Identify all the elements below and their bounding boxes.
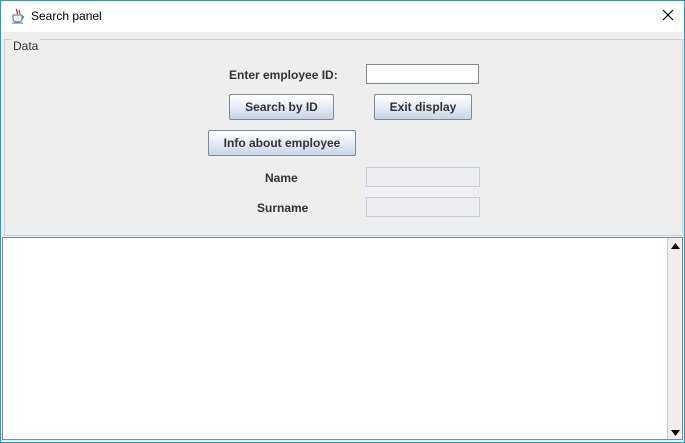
employee-id-input[interactable] xyxy=(366,64,479,84)
window-content: Data Enter employee ID: Search by ID Exi… xyxy=(1,32,684,442)
search-panel-window: Search panel Data Enter employee ID: Sea… xyxy=(0,0,685,443)
scroll-down-arrow-icon xyxy=(670,423,680,441)
exit-display-button[interactable]: Exit display xyxy=(374,94,472,120)
data-group-box: Data Enter employee ID: Search by ID Exi… xyxy=(4,39,683,236)
surname-label: Surname xyxy=(257,201,309,215)
title-bar[interactable]: Search panel xyxy=(1,1,684,32)
name-label: Name xyxy=(265,171,298,185)
group-legend: Data xyxy=(11,39,41,53)
scroll-up-arrow-icon xyxy=(670,236,680,254)
surname-field xyxy=(366,197,480,217)
window-title: Search panel xyxy=(31,9,102,23)
employee-id-label: Enter employee ID: xyxy=(229,68,338,82)
name-field xyxy=(366,167,480,187)
java-cup-icon xyxy=(10,8,26,24)
search-by-id-button[interactable]: Search by ID xyxy=(229,94,334,120)
scroll-down-button[interactable] xyxy=(668,425,682,439)
info-about-employee-button[interactable]: Info about employee xyxy=(208,130,356,156)
close-button[interactable] xyxy=(652,1,684,32)
output-text-area[interactable] xyxy=(2,237,683,440)
vertical-scrollbar[interactable] xyxy=(667,238,682,439)
scroll-up-button[interactable] xyxy=(668,238,682,252)
close-icon xyxy=(662,8,674,26)
